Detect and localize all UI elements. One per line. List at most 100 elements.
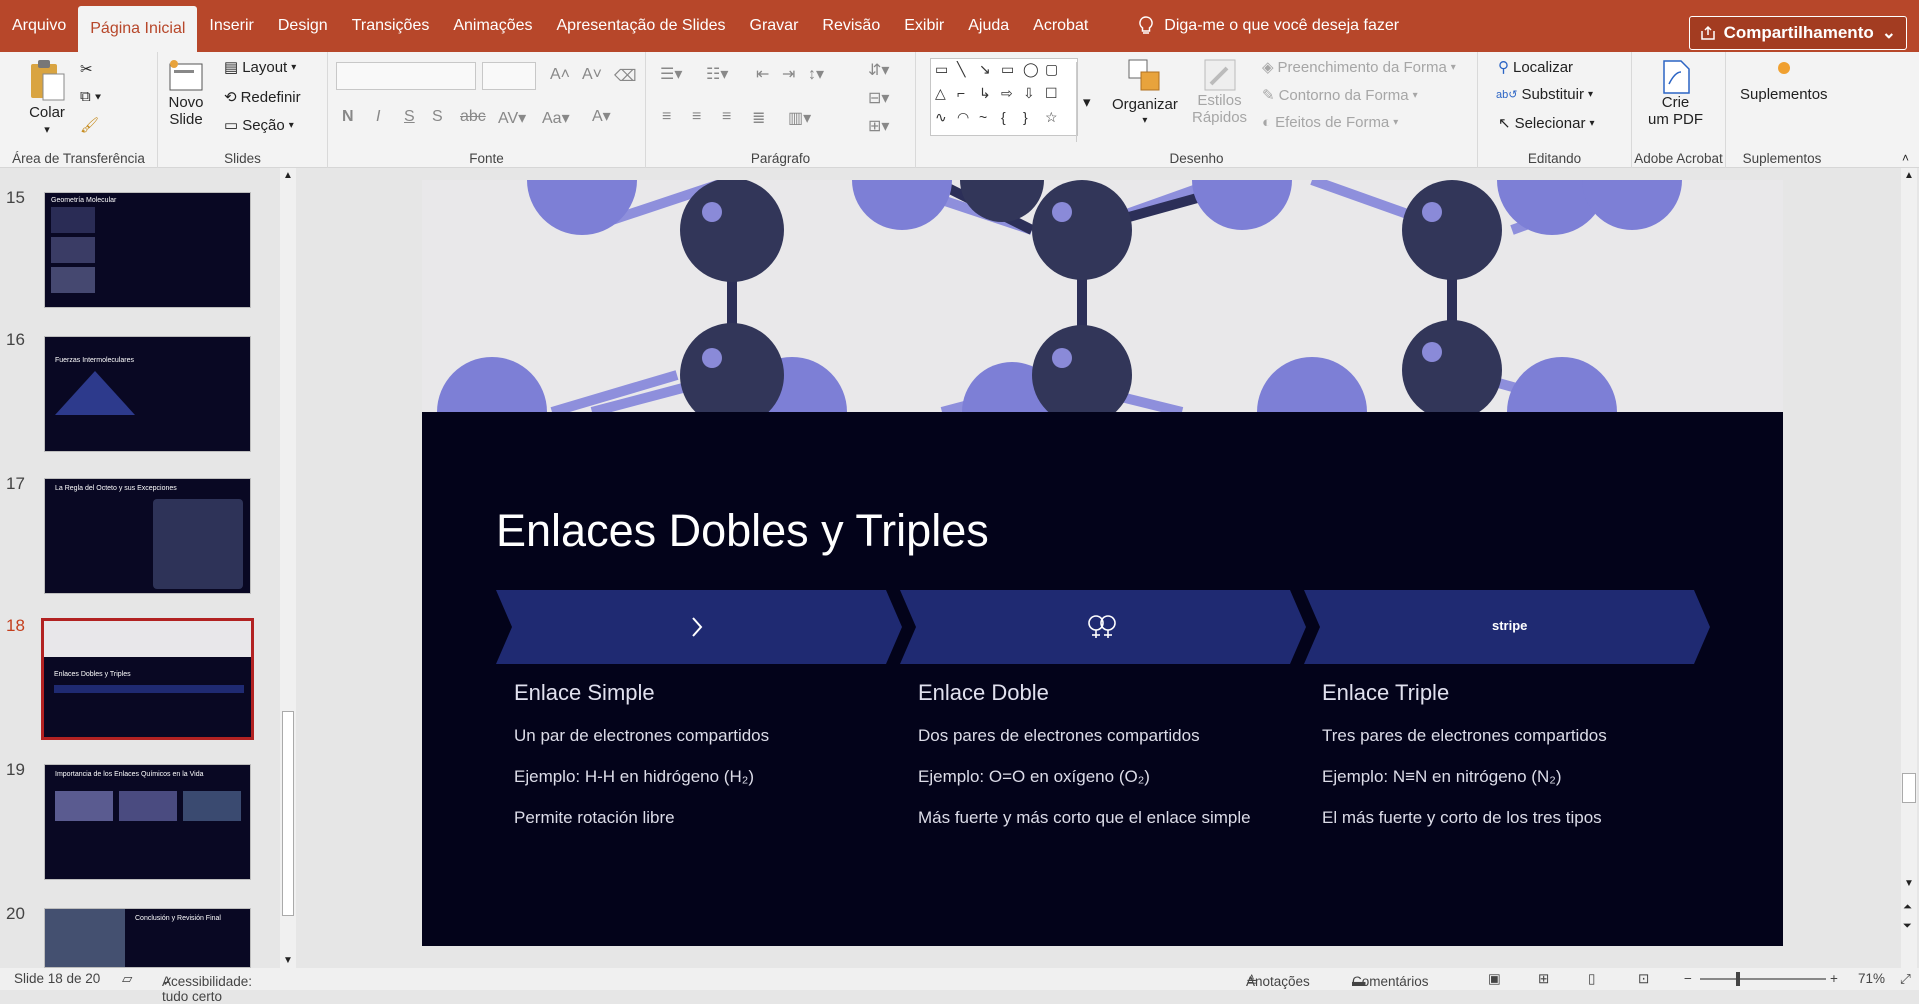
addins-button[interactable]: Suplementos — [1740, 62, 1828, 103]
zoom-slider-thumb[interactable] — [1736, 972, 1740, 986]
text-direction-icon[interactable]: ⇵▾ — [868, 60, 889, 80]
previous-slide-icon[interactable]: ⏶ — [1903, 901, 1912, 914]
copy-icon[interactable]: ⧉ ▾ — [80, 88, 101, 105]
shadow-icon[interactable]: S — [432, 108, 443, 126]
line-spacing-icon[interactable]: ↕▾ — [808, 64, 824, 84]
cut-icon[interactable]: ✂ — [80, 60, 93, 78]
triangle-shape-icon[interactable]: △ — [935, 85, 946, 102]
column-line[interactable]: Tres pares de electrones compartidos — [1322, 726, 1607, 749]
scrollbar-thumb[interactable] — [1902, 773, 1916, 803]
column-line[interactable]: Ejemplo: H-H en hidrógeno (H₂) — [514, 767, 769, 790]
slide-title[interactable]: Enlaces Dobles y Triples — [496, 505, 989, 557]
normal-view-icon[interactable]: ▣ — [1488, 971, 1501, 987]
clear-format-icon[interactable]: ⌫ — [614, 66, 637, 86]
tell-me-box[interactable]: Diga-me o que você deseja fazer — [1138, 0, 1399, 52]
right-arrow-shape-icon[interactable]: ⇨ — [1001, 85, 1013, 102]
right-brace-icon[interactable]: } — [1023, 109, 1028, 125]
font-color-icon[interactable]: A▾ — [592, 106, 611, 126]
zoom-in-icon[interactable]: + — [1830, 971, 1838, 986]
column-line[interactable]: Ejemplo: O=O en oxígeno (O₂) — [918, 767, 1251, 790]
smartart-icon[interactable]: ⊞▾ — [868, 116, 889, 136]
shrink-font-icon[interactable]: A˅ — [582, 66, 602, 84]
column-heading[interactable]: Enlace Triple — [1322, 680, 1607, 706]
scrollbar-thumb[interactable] — [282, 711, 294, 916]
tab-design[interactable]: Design — [266, 0, 340, 52]
tab-pagina-inicial[interactable]: Página Inicial — [78, 6, 198, 52]
section-button[interactable]: ▭ Seção ▾ — [224, 116, 294, 135]
column-line[interactable]: Un par de electrones compartidos — [514, 726, 769, 749]
shapes-more-icon[interactable]: ▾ — [1076, 62, 1091, 142]
shapes-gallery[interactable]: ▭ ╲ ↘ ▭ ◯ ▢ △ ⌐ ↳ ⇨ ⇩ ☐ ∿ ◠ ~ { } ☆ — [930, 58, 1078, 136]
zoom-level[interactable]: 71% — [1858, 971, 1885, 986]
fit-to-window-icon[interactable]: ⤢ — [1900, 971, 1911, 987]
italic-icon[interactable]: I — [376, 108, 380, 126]
down-arrow-shape-icon[interactable]: ⇩ — [1023, 85, 1035, 102]
line-shape-icon[interactable]: ╲ — [957, 61, 965, 78]
slide-thumbnail-19[interactable]: Importancia de los Enlaces Químicos en l… — [44, 764, 251, 880]
paste-button[interactable]: Colar ▾ — [28, 58, 66, 136]
star-shape-icon[interactable]: ☆ — [1045, 109, 1058, 126]
tab-apresentacao[interactable]: Apresentação de Slides — [545, 0, 738, 52]
tab-animacoes[interactable]: Animações — [441, 0, 544, 52]
align-center-icon[interactable]: ≡ — [692, 108, 701, 126]
zoom-slider[interactable] — [1700, 972, 1826, 986]
chevron-double[interactable] — [900, 590, 1306, 664]
collapse-ribbon-icon[interactable]: ˄ — [1902, 151, 1909, 165]
bullets-icon[interactable]: ☰▾ — [660, 64, 682, 84]
shape-effects-button[interactable]: ◐ Efeitos de Forma ▾ — [1262, 114, 1398, 131]
replace-button[interactable]: ab↺ Substituir ▾ — [1496, 86, 1593, 103]
tab-exibir[interactable]: Exibir — [892, 0, 956, 52]
slide-canvas[interactable]: Enlaces Dobles y Triples stripe Enlace S… — [422, 180, 1783, 946]
tab-gravar[interactable]: Gravar — [738, 0, 811, 52]
slide-thumbnail-15[interactable]: Geometría Molecular — [44, 192, 251, 308]
select-button[interactable]: ↖ Selecionar ▾ — [1498, 114, 1595, 133]
scribble-shape-icon[interactable]: ~ — [979, 109, 987, 125]
slide-thumbnail-20[interactable]: Conclusión y Revisión Final — [44, 908, 251, 968]
quick-styles-button[interactable]: Estilos Rápidos — [1192, 58, 1247, 126]
underline-icon[interactable]: S — [404, 108, 415, 126]
zoom-out-icon[interactable]: − — [1684, 971, 1692, 986]
column-line[interactable]: Más fuerte y más corto que el enlace sim… — [918, 808, 1251, 831]
rounded-rect-shape-icon[interactable]: ▢ — [1045, 61, 1058, 78]
change-case-icon[interactable]: Aa▾ — [542, 108, 570, 128]
char-spacing-icon[interactable]: AV▾ — [498, 108, 526, 128]
align-text-icon[interactable]: ⊟▾ — [868, 88, 889, 108]
column-line[interactable]: Dos pares de electrones compartidos — [918, 726, 1251, 749]
find-button[interactable]: ⚲ Localizar — [1498, 58, 1573, 77]
columns-icon[interactable]: ▥▾ — [788, 108, 811, 128]
share-button[interactable]: Compartilhamento ⌄ — [1688, 16, 1907, 50]
tab-arquivo[interactable]: Arquivo — [0, 0, 78, 52]
bold-icon[interactable]: N — [342, 108, 354, 126]
oval-shape-icon[interactable]: ◯ — [1023, 61, 1039, 78]
scroll-up-icon[interactable]: ▲ — [1904, 170, 1914, 181]
strikethrough-icon[interactable]: abc — [460, 108, 486, 126]
scroll-down-icon[interactable]: ▼ — [1904, 878, 1914, 889]
arc-shape-icon[interactable]: ◠ — [957, 109, 969, 126]
textbox-shape-icon[interactable]: ▭ — [935, 61, 948, 78]
shape-fill-button[interactable]: ◈ Preenchimento da Forma ▾ — [1262, 58, 1456, 77]
column-heading[interactable]: Enlace Doble — [918, 680, 1251, 706]
align-right-icon[interactable]: ≡ — [722, 108, 731, 126]
slide-thumbnail-17[interactable]: La Regla del Octeto y sus Excepciones — [44, 478, 251, 594]
slide-thumbnail-16[interactable]: Fuerzas Intermoleculares — [44, 336, 251, 452]
scroll-down-icon[interactable]: ▼ — [283, 955, 293, 966]
numbering-icon[interactable]: ☷▾ — [706, 64, 728, 84]
tab-acrobat[interactable]: Acrobat — [1021, 0, 1100, 52]
column-line[interactable]: El más fuerte y corto de los tres tipos — [1322, 808, 1607, 831]
format-painter-icon[interactable]: 🖌 — [80, 116, 99, 134]
arrange-button[interactable]: Organizar ▾ — [1112, 58, 1178, 126]
column-line[interactable]: Permite rotación libre — [514, 808, 769, 831]
curve-shape-icon[interactable]: ∿ — [935, 109, 947, 126]
freeform-shape-icon[interactable]: ☐ — [1045, 85, 1058, 102]
elbow-arrow-icon[interactable]: ↳ — [979, 85, 991, 102]
grow-font-icon[interactable]: A˄ — [550, 66, 570, 84]
font-size-combo[interactable] — [482, 62, 536, 90]
reset-button[interactable]: ⟲ Redefinir — [224, 88, 301, 107]
font-name-combo[interactable] — [336, 62, 476, 90]
tab-inserir[interactable]: Inserir — [197, 0, 265, 52]
shape-outline-button[interactable]: ✎ Contorno da Forma ▾ — [1262, 86, 1418, 105]
left-brace-icon[interactable]: { — [1001, 109, 1006, 125]
chevron-simple[interactable] — [496, 590, 902, 664]
scroll-up-icon[interactable]: ▲ — [283, 170, 293, 181]
slide-thumbnail-18-selected[interactable]: Enlaces Dobles y Triples — [41, 618, 254, 740]
